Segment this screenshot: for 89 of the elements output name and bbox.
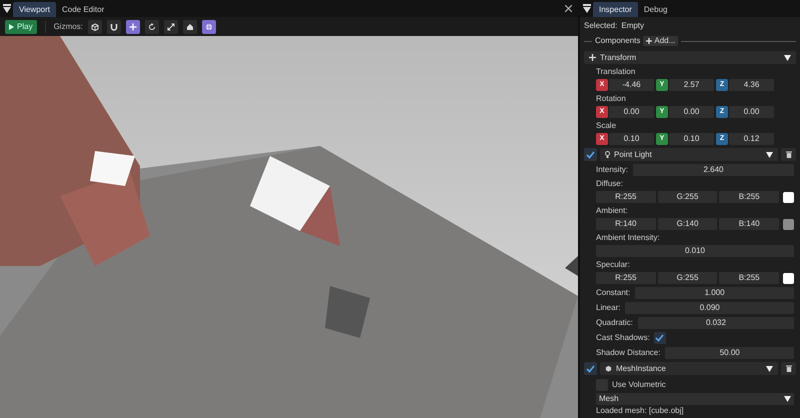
panel-tab[interactable]: Debug	[638, 2, 674, 17]
checkbox[interactable]	[584, 362, 597, 375]
field-label: Loaded mesh: [cube.obj]	[596, 406, 685, 416]
field-label: Specular:	[596, 259, 631, 271]
component-header[interactable]: MeshInstance	[600, 362, 778, 375]
gizmo-tool-button[interactable]	[164, 20, 178, 34]
move-icon	[589, 54, 596, 61]
play-button[interactable]: Play	[5, 20, 37, 34]
selected-label: Selected:	[584, 20, 618, 32]
field-label: Quadratic:	[596, 316, 633, 328]
field-label: Use Volumetric	[612, 378, 666, 390]
value-field[interactable]: G:255	[658, 272, 718, 284]
gizmo-tool-button[interactable]	[182, 20, 197, 34]
field-label: Linear:	[596, 302, 620, 314]
caret-icon	[784, 396, 791, 402]
dropdown[interactable]: Mesh	[596, 393, 794, 405]
selected-value: Empty	[621, 20, 644, 32]
caret-icon	[766, 152, 773, 158]
value-field[interactable]: G:255	[658, 191, 718, 203]
value-field[interactable]: 0.032	[638, 316, 794, 328]
light-bulb-icon	[605, 151, 610, 158]
field-label: Scale	[596, 120, 618, 132]
delete-button[interactable]	[781, 362, 796, 375]
component-header[interactable]: Point Light	[600, 148, 778, 161]
delete-button[interactable]	[781, 148, 796, 161]
field-label: Translation	[596, 66, 636, 78]
components-label: Components	[595, 35, 640, 47]
value-field[interactable]: 2.640	[633, 164, 794, 176]
field-label: Shadow Distance:	[596, 346, 660, 358]
globe-icon	[204, 22, 213, 30]
panel-menu-icon[interactable]	[583, 4, 591, 13]
component-header[interactable]: Transform	[584, 51, 796, 64]
caret-icon	[784, 54, 791, 60]
field-label: Ambient:	[596, 205, 629, 217]
cube-icon	[605, 365, 612, 372]
value-field[interactable]: -4.46	[609, 79, 654, 91]
gizmos-label: Gizmos:	[54, 20, 83, 32]
scale-icon	[166, 22, 175, 30]
value-field[interactable]: R:255	[596, 272, 656, 284]
value-field[interactable]: 0.00	[729, 106, 774, 118]
gizmo-tool-button[interactable]	[202, 20, 216, 34]
value-field[interactable]: 0.12	[729, 133, 774, 145]
panel-tab[interactable]: Viewport	[13, 2, 56, 17]
gizmo-tool-button[interactable]	[88, 20, 102, 34]
color-swatch[interactable]	[783, 192, 794, 202]
close-icon[interactable]	[565, 5, 572, 12]
house-icon	[186, 22, 194, 30]
move-icon	[128, 22, 137, 30]
play-icon	[9, 24, 14, 30]
value-field[interactable]: G:140	[658, 218, 718, 230]
field-label: Diffuse:	[596, 178, 624, 190]
field-label: Rotation	[596, 93, 627, 105]
value-field[interactable]: 1.000	[635, 286, 794, 298]
plus-icon	[646, 38, 652, 44]
color-swatch[interactable]	[783, 218, 794, 230]
value-field[interactable]: 2.57	[669, 79, 714, 91]
field-label: Cast Shadows:	[596, 332, 650, 344]
value-field[interactable]: R:255	[596, 191, 656, 203]
panel-menu-icon[interactable]	[3, 4, 11, 13]
field-label: Constant:	[596, 286, 630, 298]
panel-tab[interactable]: Code Editor	[56, 2, 110, 17]
value-field[interactable]: R:140	[596, 218, 656, 230]
panel-tab[interactable]: Inspector	[593, 2, 638, 17]
value-field[interactable]: 4.36	[729, 79, 774, 91]
value-field[interactable]: 0.10	[609, 133, 654, 145]
gizmo-tool-button[interactable]	[144, 20, 159, 34]
value-field[interactable]: 0.10	[669, 133, 714, 145]
checkbox[interactable]	[584, 148, 597, 161]
add-component-button[interactable]: Add...	[643, 36, 678, 46]
gizmo-tool-button[interactable]	[106, 20, 121, 34]
gizmo-tool-button[interactable]	[126, 20, 140, 34]
cube-icon	[90, 22, 99, 30]
checkbox[interactable]	[654, 332, 666, 344]
trash-icon	[786, 365, 792, 372]
value-field[interactable]: B:255	[719, 191, 780, 203]
value-field[interactable]: 0.010	[596, 245, 794, 257]
trash-icon	[786, 151, 792, 158]
field-label: Ambient Intensity:	[596, 232, 661, 244]
magnet-icon	[110, 22, 118, 30]
caret-icon	[766, 366, 773, 372]
value-field[interactable]: 0.090	[625, 302, 794, 314]
value-field[interactable]: B:140	[719, 218, 780, 230]
field-label: Intensity:	[596, 164, 628, 176]
rotate-icon	[148, 22, 156, 30]
value-field[interactable]: 0.00	[609, 106, 654, 118]
color-swatch[interactable]	[783, 272, 794, 284]
value-field[interactable]: B:255	[719, 272, 780, 284]
value-field[interactable]: 0.00	[669, 106, 714, 118]
value-field[interactable]: 50.00	[665, 346, 794, 358]
